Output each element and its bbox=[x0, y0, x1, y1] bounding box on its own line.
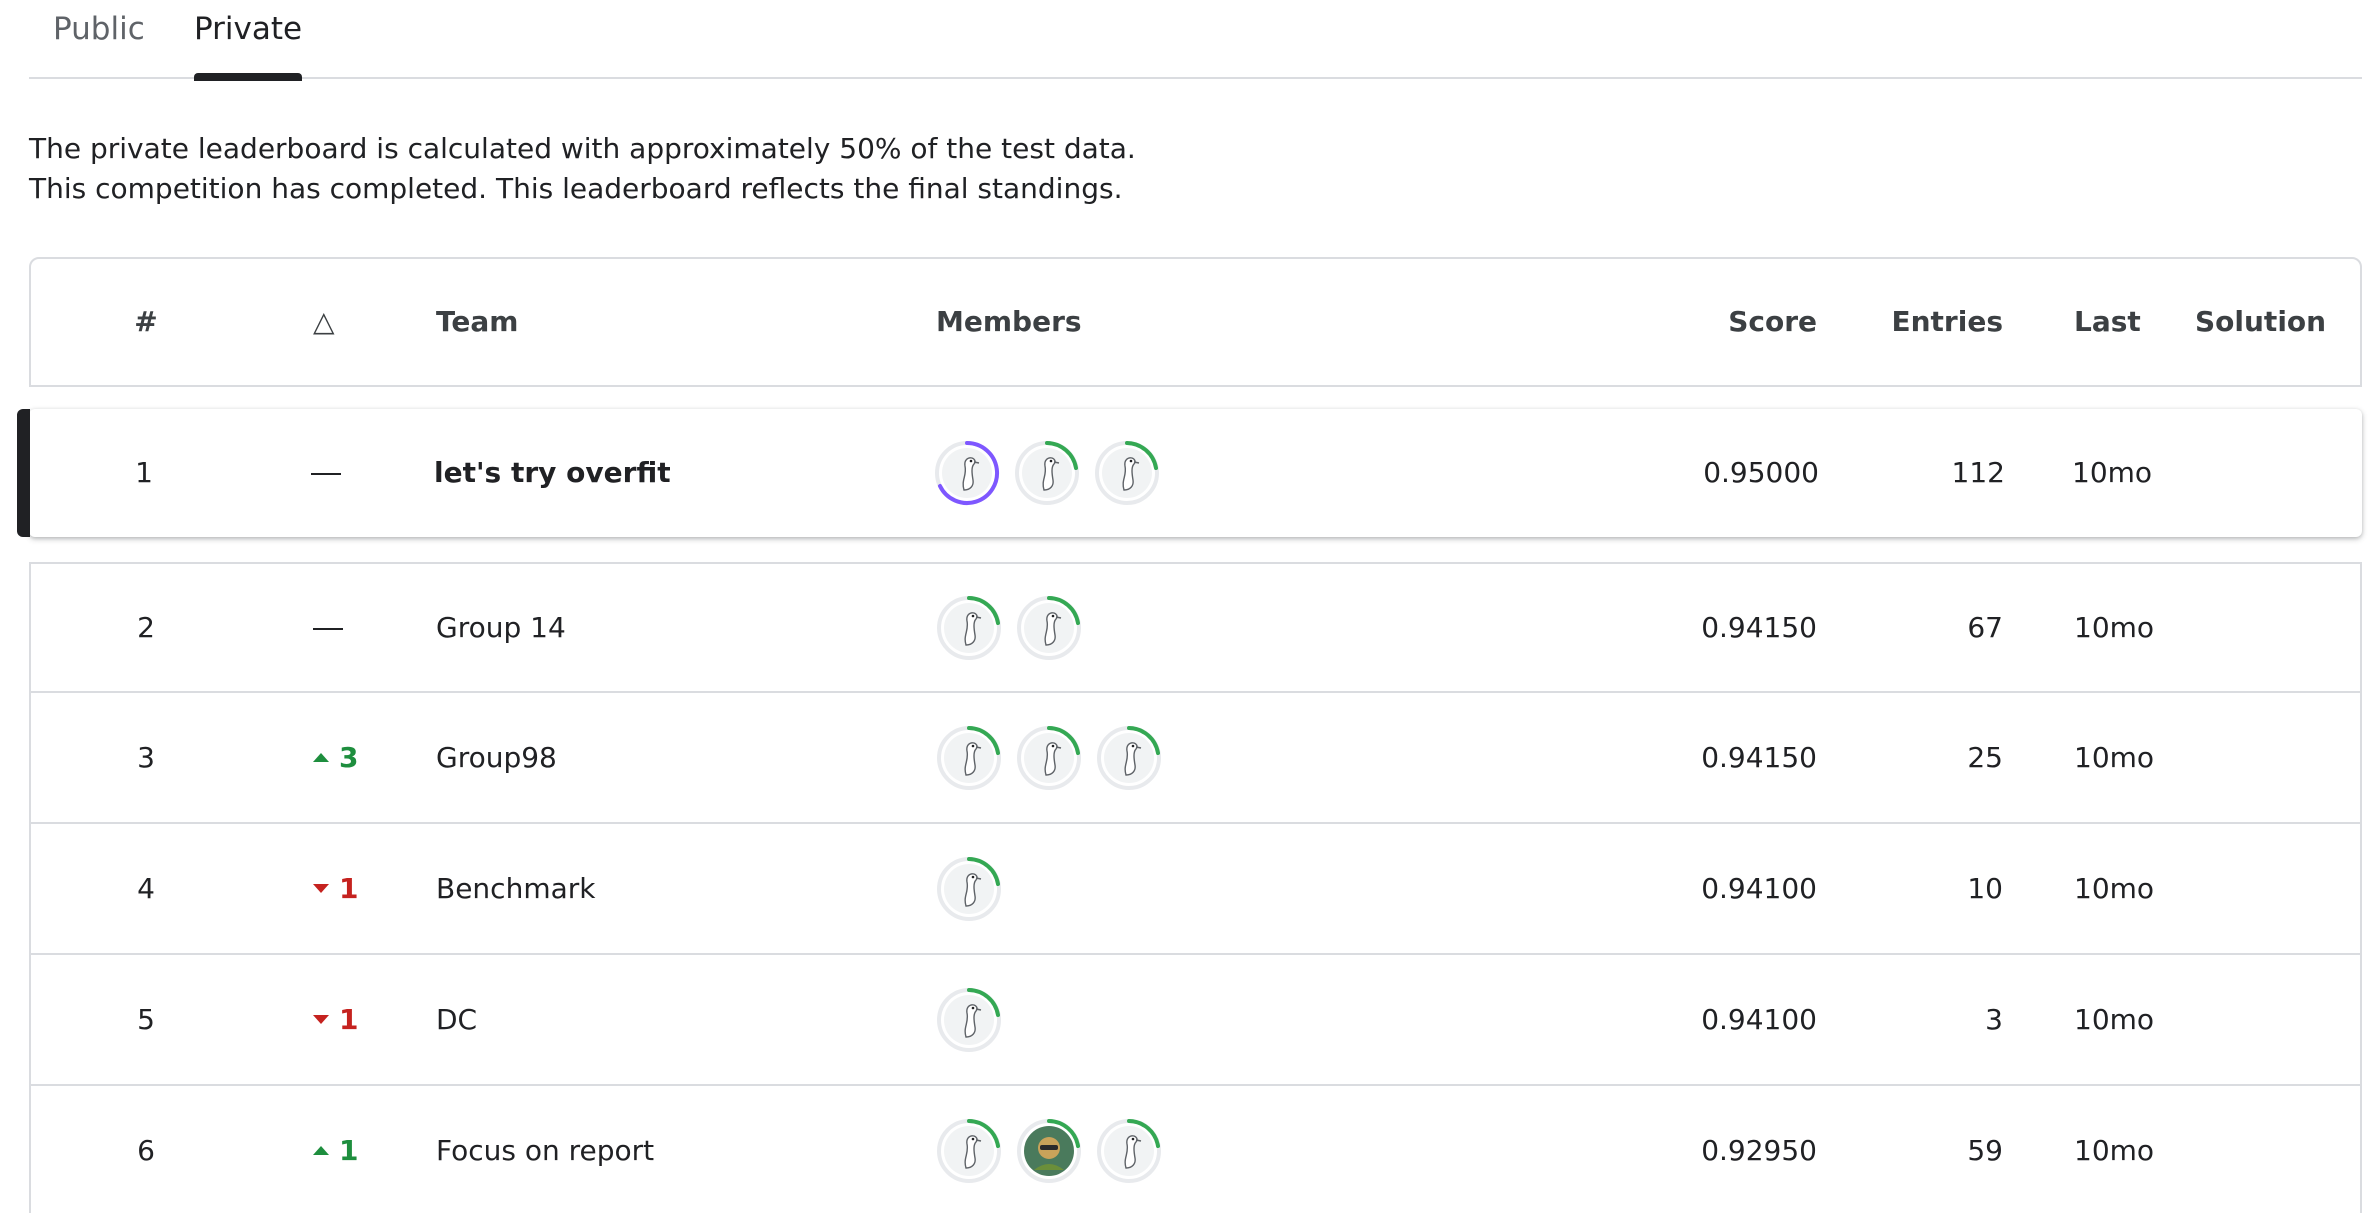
member-avatar-goose-icon[interactable] bbox=[934, 440, 1000, 506]
score-cell: 0.94150 bbox=[1701, 610, 1817, 644]
team-name[interactable]: Group 14 bbox=[436, 610, 566, 646]
triangle-down-icon bbox=[313, 884, 329, 893]
member-avatar-goose-icon[interactable] bbox=[936, 856, 1002, 922]
table-row[interactable]: 6 1 Focus on report 0.92950 59 10mo bbox=[29, 1086, 2362, 1213]
member-avatar-goose-icon[interactable] bbox=[1014, 440, 1080, 506]
delta-cell: 3 bbox=[313, 740, 358, 776]
last-submission-cell: 10mo bbox=[2072, 456, 2153, 489]
score-cell: 0.92950 bbox=[1701, 1133, 1817, 1167]
leaderboard-page: Public Private The private leaderboard i… bbox=[0, 0, 2377, 1213]
description-line-1: The private leaderboard is calculated wi… bbox=[29, 132, 1136, 165]
table-header: # △ Team Members Score Entries Last Solu… bbox=[29, 257, 2362, 387]
header-members: Members bbox=[936, 305, 1082, 338]
table-row[interactable]: 5 1 DC 0.94100 3 10mo bbox=[29, 955, 2362, 1086]
score-cell: 0.94150 bbox=[1701, 740, 1817, 774]
member-avatar-photo[interactable] bbox=[1016, 1118, 1082, 1184]
member-avatar-goose-icon[interactable] bbox=[936, 987, 1002, 1053]
tab-public[interactable]: Public bbox=[53, 9, 145, 79]
entries-cell: 67 bbox=[1967, 610, 2003, 644]
last-submission-cell: 10mo bbox=[2074, 1133, 2155, 1167]
no-change-dash bbox=[313, 627, 343, 630]
table-row[interactable]: 2 Group 14 0.94150 67 10mo bbox=[29, 562, 2362, 693]
member-avatar-goose-icon[interactable] bbox=[936, 595, 1002, 661]
table-row[interactable]: 1 let's try overfit 0.95000 112 10mo bbox=[17, 409, 2362, 537]
member-avatar-goose-icon[interactable] bbox=[1016, 595, 1082, 661]
table-body: 1 let's try overfit 0.95000 112 10mo 2 Group 1… bbox=[17, 409, 2362, 1213]
header-delta[interactable]: △ bbox=[313, 304, 335, 340]
team-name[interactable]: Group98 bbox=[436, 740, 557, 776]
score-cell: 0.94100 bbox=[1701, 1002, 1817, 1036]
rank-cell: 5 bbox=[137, 1002, 155, 1036]
members-cell bbox=[936, 987, 1002, 1053]
delta-cell: 1 bbox=[313, 1133, 358, 1169]
entries-cell: 112 bbox=[1951, 456, 2005, 489]
member-avatar-goose-icon[interactable] bbox=[936, 1118, 1002, 1184]
tab-private[interactable]: Private bbox=[194, 9, 303, 81]
member-avatar-goose-icon[interactable] bbox=[936, 725, 1002, 791]
team-name[interactable]: DC bbox=[436, 1002, 477, 1038]
last-submission-cell: 10mo bbox=[2074, 871, 2155, 905]
rank-change-value: 3 bbox=[339, 740, 359, 774]
last-submission-cell: 10mo bbox=[2074, 610, 2155, 644]
delta-cell bbox=[311, 455, 341, 491]
header-solution: Solution bbox=[2195, 305, 2327, 338]
members-cell bbox=[934, 440, 1160, 506]
triangle-up-icon bbox=[313, 1146, 329, 1155]
rank-cell: 1 bbox=[135, 456, 153, 489]
header-entries[interactable]: Entries bbox=[1891, 304, 2003, 340]
last-submission-cell: 10mo bbox=[2074, 740, 2155, 774]
delta-cell: 1 bbox=[313, 1002, 358, 1038]
entries-cell: 25 bbox=[1967, 740, 2003, 774]
rank-change-value: 1 bbox=[339, 1002, 359, 1036]
description-line-2: This competition has completed. This lea… bbox=[29, 172, 1123, 205]
rank-cell: 3 bbox=[137, 740, 155, 774]
last-submission-cell: 10mo bbox=[2074, 1002, 2155, 1036]
members-cell bbox=[936, 1118, 1162, 1184]
header-team[interactable]: Team bbox=[436, 304, 518, 340]
header-score[interactable]: Score bbox=[1728, 304, 1817, 340]
score-cell: 0.94100 bbox=[1701, 871, 1817, 905]
member-avatar-goose-icon[interactable] bbox=[1016, 725, 1082, 791]
rank-cell: 6 bbox=[137, 1133, 155, 1167]
active-tab-indicator bbox=[194, 73, 303, 81]
members-cell bbox=[936, 725, 1162, 791]
score-cell: 0.95000 bbox=[1703, 456, 1819, 489]
team-name[interactable]: Focus on report bbox=[436, 1133, 654, 1169]
table-row[interactable]: 4 1 Benchmark 0.94100 10 10mo bbox=[29, 824, 2362, 955]
rank-change-value: 1 bbox=[339, 1133, 359, 1167]
entries-cell: 3 bbox=[1985, 1002, 2003, 1036]
team-name[interactable]: let's try overfit bbox=[434, 455, 671, 491]
team-name[interactable]: Benchmark bbox=[436, 871, 595, 907]
delta-cell bbox=[313, 610, 343, 646]
no-change-dash bbox=[311, 473, 341, 475]
rank-change-value: 1 bbox=[339, 871, 359, 905]
rank-change-up: 3 bbox=[313, 740, 358, 776]
rank-change-up: 1 bbox=[313, 1133, 358, 1169]
leaderboard-description: The private leaderboard is calculated wi… bbox=[29, 129, 1136, 209]
triangle-down-icon bbox=[313, 1015, 329, 1024]
members-cell bbox=[936, 595, 1082, 661]
entries-cell: 59 bbox=[1967, 1133, 2003, 1167]
header-last[interactable]: Last bbox=[2074, 304, 2141, 340]
leaderboard-table: # △ Team Members Score Entries Last Solu… bbox=[17, 257, 2362, 1213]
rank-change-down: 1 bbox=[313, 871, 358, 907]
leaderboard-tabs: Public Private bbox=[29, 0, 2362, 81]
triangle-up-icon bbox=[313, 753, 329, 762]
header-rank: # bbox=[134, 305, 158, 338]
member-avatar-goose-icon[interactable] bbox=[1096, 1118, 1162, 1184]
entries-cell: 10 bbox=[1967, 871, 2003, 905]
member-avatar-goose-icon[interactable] bbox=[1096, 725, 1162, 791]
rank-change-down: 1 bbox=[313, 1002, 358, 1038]
rank-cell: 2 bbox=[137, 610, 155, 644]
members-cell bbox=[936, 856, 1002, 922]
member-avatar-goose-icon[interactable] bbox=[1094, 440, 1160, 506]
current-team-indicator bbox=[17, 409, 30, 537]
table-row[interactable]: 3 3 Group98 0.94150 25 10mo bbox=[29, 693, 2362, 824]
delta-cell: 1 bbox=[313, 871, 358, 907]
rank-cell: 4 bbox=[137, 871, 155, 905]
tab-private-label: Private bbox=[194, 11, 303, 47]
